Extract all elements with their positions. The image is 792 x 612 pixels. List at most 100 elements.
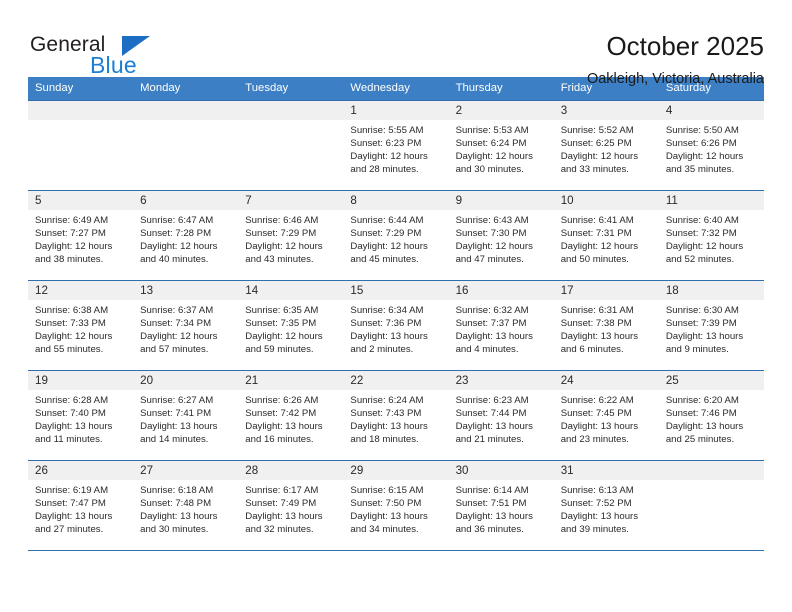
calendar-day-cell[interactable]: 12 Sunrise: 6:38 AM Sunset: 7:33 PM Dayligh… <box>28 281 134 370</box>
daylight-duration-line1: Daylight: 13 hours <box>140 511 218 523</box>
day-number: 28 <box>238 461 344 480</box>
sunset-time: Sunset: 7:49 PM <box>245 498 317 510</box>
daylight-duration-line2: and 16 minutes. <box>245 434 314 446</box>
daylight-duration-line1: Daylight: 12 hours <box>560 241 639 253</box>
sunrise-time: Sunrise: 6:22 AM <box>560 395 634 406</box>
day-number: 17 <box>553 281 659 300</box>
sunset-time: Sunset: 7:37 PM <box>455 318 527 330</box>
daylight-duration-line2: and 32 minutes. <box>245 524 314 536</box>
day-number: 13 <box>133 281 239 300</box>
calendar-day-cell[interactable]: 14 Sunrise: 6:35 AM Sunset: 7:35 PM Dayligh… <box>238 281 344 370</box>
day-number <box>238 101 344 120</box>
sunset-time: Sunset: 6:25 PM <box>560 138 632 150</box>
sunset-time: Sunset: 7:29 PM <box>245 228 317 240</box>
sunrise-time: Sunrise: 6:38 AM <box>35 305 109 316</box>
page-header: General Blue October 2025 Oakleigh, Vict… <box>28 0 764 87</box>
day-sun-info: Sunrise: 6:27 AM Sunset: 7:41 PM Daylight:… <box>133 390 238 446</box>
day-sun-info: Sunrise: 6:17 AM Sunset: 7:49 PM Daylight:… <box>238 480 343 536</box>
day-number: 19 <box>28 371 134 390</box>
calendar-day-cell[interactable]: 24 Sunrise: 6:22 AM Sunset: 7:45 PM Dayligh… <box>553 371 659 460</box>
sunrise-time: Sunrise: 6:31 AM <box>560 305 634 316</box>
calendar-day-cell[interactable]: 31 Sunrise: 6:13 AM Sunset: 7:52 PM Dayligh… <box>553 461 659 550</box>
calendar-day-cell[interactable]: 6 Sunrise: 6:47 AM Sunset: 7:28 PM Daylight… <box>133 191 239 280</box>
day-number: 27 <box>133 461 239 480</box>
calendar-day-cell[interactable]: 19 Sunrise: 6:28 AM Sunset: 7:40 PM Dayligh… <box>28 371 134 460</box>
daylight-duration-line2: and 18 minutes. <box>350 434 419 446</box>
weekday-header-tuesday: Tuesday <box>245 82 289 94</box>
calendar-day-cell[interactable]: 1 Sunrise: 5:55 AM Sunset: 6:23 PM Daylight… <box>343 101 449 190</box>
day-number: 3 <box>553 101 659 120</box>
sunrise-time: Sunrise: 6:32 AM <box>455 305 529 316</box>
sunrise-time: Sunrise: 6:18 AM <box>140 485 214 496</box>
day-sun-info: Sunrise: 6:32 AM Sunset: 7:37 PM Daylight:… <box>449 300 554 356</box>
daylight-duration-line2: and 14 minutes. <box>140 434 209 446</box>
calendar-day-cell[interactable]: 25 Sunrise: 6:20 AM Sunset: 7:46 PM Dayligh… <box>658 371 764 460</box>
day-number: 29 <box>343 461 449 480</box>
daylight-duration-line2: and 50 minutes. <box>560 254 629 266</box>
calendar-day-cell[interactable]: 10 Sunrise: 6:41 AM Sunset: 7:31 PM Dayligh… <box>553 191 659 280</box>
calendar-day-cell[interactable]: 5 Sunrise: 6:49 AM Sunset: 7:27 PM Daylight… <box>28 191 134 280</box>
calendar-day-cell[interactable]: 16 Sunrise: 6:32 AM Sunset: 7:37 PM Dayligh… <box>448 281 554 370</box>
calendar-day-cell[interactable]: 23 Sunrise: 6:23 AM Sunset: 7:44 PM Dayligh… <box>448 371 554 460</box>
calendar-day-cell[interactable]: 7 Sunrise: 6:46 AM Sunset: 7:29 PM Daylight… <box>238 191 344 280</box>
day-sun-info: Sunrise: 6:15 AM Sunset: 7:50 PM Daylight:… <box>343 480 448 536</box>
daylight-duration-line2: and 55 minutes. <box>35 344 104 356</box>
calendar-day-cell[interactable]: 20 Sunrise: 6:27 AM Sunset: 7:41 PM Dayligh… <box>133 371 239 460</box>
daylight-duration-line2: and 47 minutes. <box>455 254 524 266</box>
sunrise-time: Sunrise: 6:34 AM <box>350 305 424 316</box>
sunrise-time: Sunrise: 5:52 AM <box>560 125 634 136</box>
sunset-time: Sunset: 7:51 PM <box>455 498 527 510</box>
day-number: 22 <box>343 371 449 390</box>
day-sun-info: Sunrise: 6:40 AM Sunset: 7:32 PM Daylight:… <box>659 210 764 266</box>
calendar-day-cell[interactable]: 17 Sunrise: 6:31 AM Sunset: 7:38 PM Dayligh… <box>553 281 659 370</box>
day-number: 5 <box>28 191 134 210</box>
sunset-time: Sunset: 6:26 PM <box>665 138 737 150</box>
sunset-time: Sunset: 7:38 PM <box>560 318 632 330</box>
calendar-day-cell[interactable]: 4 Sunrise: 5:50 AM Sunset: 6:26 PM Daylight… <box>658 101 764 190</box>
calendar-day-cell[interactable]: 9 Sunrise: 6:43 AM Sunset: 7:30 PM Daylight… <box>448 191 554 280</box>
calendar-day-cell[interactable]: 11 Sunrise: 6:40 AM Sunset: 7:32 PM Dayligh… <box>658 191 764 280</box>
day-number: 31 <box>553 461 659 480</box>
sunset-time: Sunset: 6:23 PM <box>350 138 422 150</box>
calendar-day-cell[interactable]: 18 Sunrise: 6:30 AM Sunset: 7:39 PM Dayligh… <box>658 281 764 370</box>
day-sun-info: Sunrise: 6:18 AM Sunset: 7:48 PM Daylight:… <box>133 480 238 536</box>
daylight-duration-line1: Daylight: 13 hours <box>665 421 744 433</box>
sunrise-time: Sunrise: 6:17 AM <box>245 485 319 496</box>
sunset-time: Sunset: 7:52 PM <box>560 498 632 510</box>
calendar-day-cell[interactable]: 8 Sunrise: 6:44 AM Sunset: 7:29 PM Daylight… <box>343 191 449 280</box>
daylight-duration-line2: and 38 minutes. <box>35 254 104 266</box>
calendar-day-cell[interactable]: 26 Sunrise: 6:19 AM Sunset: 7:47 PM Dayligh… <box>28 461 134 550</box>
calendar-day-cell[interactable]: 22 Sunrise: 6:24 AM Sunset: 7:43 PM Dayligh… <box>343 371 449 460</box>
calendar-day-cell[interactable]: 27 Sunrise: 6:18 AM Sunset: 7:48 PM Dayligh… <box>133 461 239 550</box>
sunrise-time: Sunrise: 5:50 AM <box>665 125 739 136</box>
day-number: 23 <box>448 371 554 390</box>
calendar-day-cell[interactable]: 2 Sunrise: 5:53 AM Sunset: 6:24 PM Daylight… <box>448 101 554 190</box>
sunset-time: Sunset: 6:24 PM <box>455 138 527 150</box>
sunset-time: Sunset: 7:27 PM <box>35 228 106 240</box>
daylight-duration-line1: Daylight: 13 hours <box>455 331 533 343</box>
calendar-day-cell[interactable]: 28 Sunrise: 6:17 AM Sunset: 7:49 PM Dayligh… <box>238 461 344 550</box>
calendar-day-cell[interactable]: 30 Sunrise: 6:14 AM Sunset: 7:51 PM Dayligh… <box>448 461 554 550</box>
weekday-header-wednesday: Wednesday <box>350 82 410 94</box>
daylight-duration-line1: Daylight: 12 hours <box>665 241 744 253</box>
day-sun-info: Sunrise: 6:28 AM Sunset: 7:40 PM Daylight:… <box>28 390 133 446</box>
day-number: 16 <box>448 281 554 300</box>
daylight-duration-line2: and 4 minutes. <box>455 344 519 356</box>
calendar-day-cell[interactable]: 21 Sunrise: 6:26 AM Sunset: 7:42 PM Dayligh… <box>238 371 344 460</box>
daylight-duration-line2: and 2 minutes. <box>350 344 414 356</box>
daylight-duration-line2: and 21 minutes. <box>455 434 524 446</box>
day-number: 21 <box>238 371 344 390</box>
day-number: 12 <box>28 281 134 300</box>
calendar-day-cell[interactable]: 3 Sunrise: 5:52 AM Sunset: 6:25 PM Daylight… <box>553 101 659 190</box>
day-sun-info: Sunrise: 6:35 AM Sunset: 7:35 PM Daylight:… <box>238 300 343 356</box>
calendar-day-cell[interactable]: 13 Sunrise: 6:37 AM Sunset: 7:34 PM Dayligh… <box>133 281 239 370</box>
day-sun-info: Sunrise: 6:49 AM Sunset: 7:27 PM Daylight:… <box>28 210 133 266</box>
day-number: 7 <box>238 191 344 210</box>
calendar-day-cell[interactable]: 15 Sunrise: 6:34 AM Sunset: 7:36 PM Dayligh… <box>343 281 449 370</box>
day-sun-info: Sunrise: 6:14 AM Sunset: 7:51 PM Daylight:… <box>449 480 554 536</box>
daylight-duration-line1: Daylight: 12 hours <box>245 241 323 253</box>
calendar-day-cell[interactable]: 29 Sunrise: 6:15 AM Sunset: 7:50 PM Dayligh… <box>343 461 449 550</box>
sunrise-time: Sunrise: 6:19 AM <box>35 485 109 496</box>
sunset-time: Sunset: 7:32 PM <box>665 228 737 240</box>
daylight-duration-line2: and 40 minutes. <box>140 254 209 266</box>
